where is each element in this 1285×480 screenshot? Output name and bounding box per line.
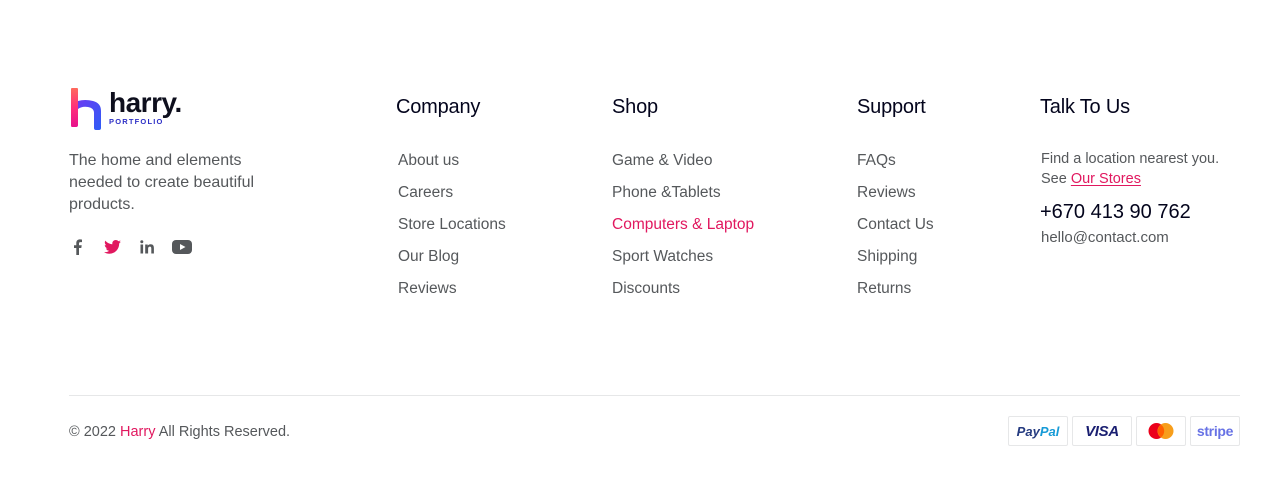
company-link-careers[interactable]: Careers bbox=[398, 183, 506, 203]
visa-badge: VISA bbox=[1072, 416, 1132, 446]
brand-tagline: The home and elements needed to create b… bbox=[69, 152, 255, 213]
our-stores-link[interactable]: Our Stores bbox=[1071, 171, 1141, 187]
company-link-reviews[interactable]: Reviews bbox=[398, 279, 506, 299]
facebook-icon bbox=[73, 239, 82, 255]
shop-links: Game & Video Phone &Tablets Computers & … bbox=[612, 151, 754, 299]
copyright: © 2022 Harry All Rights Reserved. bbox=[69, 423, 290, 441]
company-link-blog[interactable]: Our Blog bbox=[398, 247, 506, 267]
shop-link-computers-laptop[interactable]: Computers & Laptop bbox=[612, 215, 754, 235]
shop-link-discounts[interactable]: Discounts bbox=[612, 279, 754, 299]
talk-column: Talk To Us Find a location nearest you. … bbox=[1040, 96, 1241, 248]
support-link-shipping[interactable]: Shipping bbox=[857, 247, 934, 267]
support-links: FAQs Reviews Contact Us Shipping Returns bbox=[857, 151, 934, 299]
stripe-badge: stripe bbox=[1190, 416, 1240, 446]
company-column: Company About us Careers Store Locations… bbox=[396, 96, 506, 311]
company-heading: Company bbox=[396, 96, 481, 118]
paypal-logo-part1: Pay bbox=[1016, 423, 1040, 439]
linkedin-link[interactable] bbox=[137, 237, 157, 257]
youtube-icon bbox=[172, 240, 192, 254]
company-link-about[interactable]: About us bbox=[398, 151, 506, 171]
email-address[interactable]: hello@contact.com bbox=[1041, 228, 1241, 248]
support-column: Support FAQs Reviews Contact Us Shipping… bbox=[857, 96, 934, 311]
mastercard-badge bbox=[1136, 416, 1186, 446]
company-link-store-locations[interactable]: Store Locations bbox=[398, 215, 506, 235]
mastercard-icon bbox=[1148, 423, 1174, 439]
support-link-faqs[interactable]: FAQs bbox=[857, 151, 934, 171]
support-link-contact[interactable]: Contact Us bbox=[857, 215, 934, 235]
support-link-reviews[interactable]: Reviews bbox=[857, 183, 934, 203]
twitter-icon bbox=[103, 240, 121, 254]
logo-subtitle: PORTFOLIO bbox=[109, 117, 164, 126]
shop-link-game-video[interactable]: Game & Video bbox=[612, 151, 754, 171]
talk-description: Find a location nearest you. See Our Sto… bbox=[1041, 149, 1241, 189]
youtube-link[interactable] bbox=[172, 237, 192, 257]
copyright-prefix: © 2022 bbox=[69, 424, 116, 440]
support-heading: Support bbox=[857, 96, 926, 118]
paypal-logo-part2: Pal bbox=[1039, 423, 1060, 439]
site-footer: harry. PORTFOLIO The home and elements n… bbox=[0, 0, 1285, 480]
facebook-link[interactable] bbox=[67, 237, 87, 257]
footer-divider bbox=[69, 395, 1240, 396]
brand-logo[interactable]: harry. PORTFOLIO bbox=[69, 87, 182, 131]
linkedin-icon bbox=[139, 240, 154, 254]
copyright-brand-link[interactable]: Harry bbox=[120, 424, 155, 440]
twitter-link[interactable] bbox=[102, 237, 122, 257]
logo-mark-icon bbox=[71, 88, 101, 130]
phone-number[interactable]: +670 413 90 762 bbox=[1040, 200, 1241, 224]
company-links: About us Careers Store Locations Our Blo… bbox=[398, 151, 506, 299]
social-links bbox=[67, 237, 207, 257]
shop-link-phone-tablets[interactable]: Phone &Tablets bbox=[612, 183, 754, 203]
paypal-badge: Pay Pal bbox=[1008, 416, 1068, 446]
talk-heading: Talk To Us bbox=[1040, 96, 1130, 118]
copyright-suffix: All Rights Reserved. bbox=[158, 424, 291, 440]
shop-link-sport-watches[interactable]: Sport Watches bbox=[612, 247, 754, 267]
shop-column: Shop Game & Video Phone &Tablets Compute… bbox=[612, 96, 754, 311]
visa-logo: VISA bbox=[1085, 422, 1119, 440]
stripe-logo: stripe bbox=[1196, 423, 1234, 439]
payment-methods: Pay Pal VISA stripe bbox=[1004, 416, 1240, 446]
logo-wordmark: harry. bbox=[109, 87, 182, 118]
support-link-returns[interactable]: Returns bbox=[857, 279, 934, 299]
shop-heading: Shop bbox=[612, 96, 658, 118]
